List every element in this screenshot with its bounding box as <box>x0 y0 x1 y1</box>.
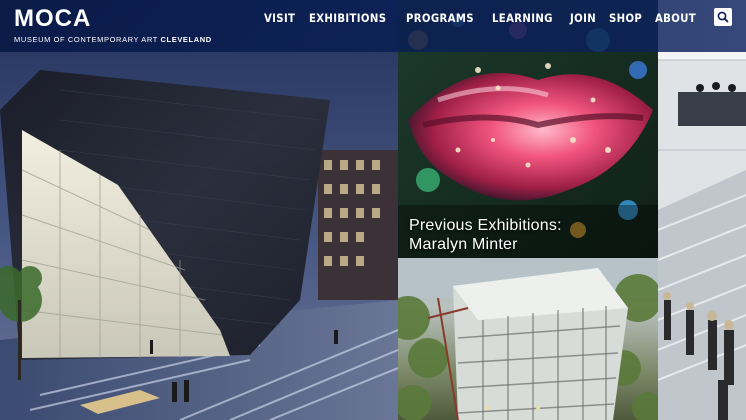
logo-subtitle: MUSEUM OF CONTEMPORARY ART CLEVELAND <box>14 35 212 44</box>
search-button[interactable] <box>714 8 732 26</box>
hero-building-image[interactable] <box>0 0 398 420</box>
construction-illustration <box>398 258 658 420</box>
nav-shop[interactable]: SHOP <box>609 11 642 25</box>
interior-illustration <box>658 0 746 420</box>
logo-subtitle-prefix: MUSEUM OF CONTEMPORARY ART <box>14 35 158 44</box>
search-icon <box>717 11 729 23</box>
interior-image-tile[interactable] <box>658 0 746 420</box>
nav-programs[interactable]: PROGRAMS <box>406 11 474 25</box>
building-illustration <box>0 0 398 420</box>
construction-image-tile[interactable] <box>398 258 658 420</box>
logo-wordmark: MOCA <box>14 5 92 32</box>
caption-line-1: Previous Exhibitions: <box>409 217 562 234</box>
homepage: Previous Exhibitions: Maralyn Minter MOC… <box>0 0 746 420</box>
moca-logo[interactable]: MOCA MUSEUM OF CONTEMPORARY ART CLEVELAN… <box>14 5 212 45</box>
logo-subtitle-city: CLEVELAND <box>160 35 212 44</box>
nav-exhibitions[interactable]: EXHIBITIONS <box>309 11 386 25</box>
nav-learning[interactable]: LEARNING <box>492 11 553 25</box>
exhibition-caption: Previous Exhibitions: Maralyn Minter <box>409 216 562 254</box>
nav-visit[interactable]: VISIT <box>264 11 295 25</box>
nav-about[interactable]: ABOUT <box>655 11 696 25</box>
main-nav: VISIT EXHIBITIONS PROGRAMS LEARNING JOIN… <box>264 11 702 25</box>
nav-join[interactable]: JOIN <box>570 11 596 25</box>
site-header: MOCA MUSEUM OF CONTEMPORARY ART CLEVELAN… <box>0 0 746 52</box>
caption-line-2: Maralyn Minter <box>409 236 518 253</box>
